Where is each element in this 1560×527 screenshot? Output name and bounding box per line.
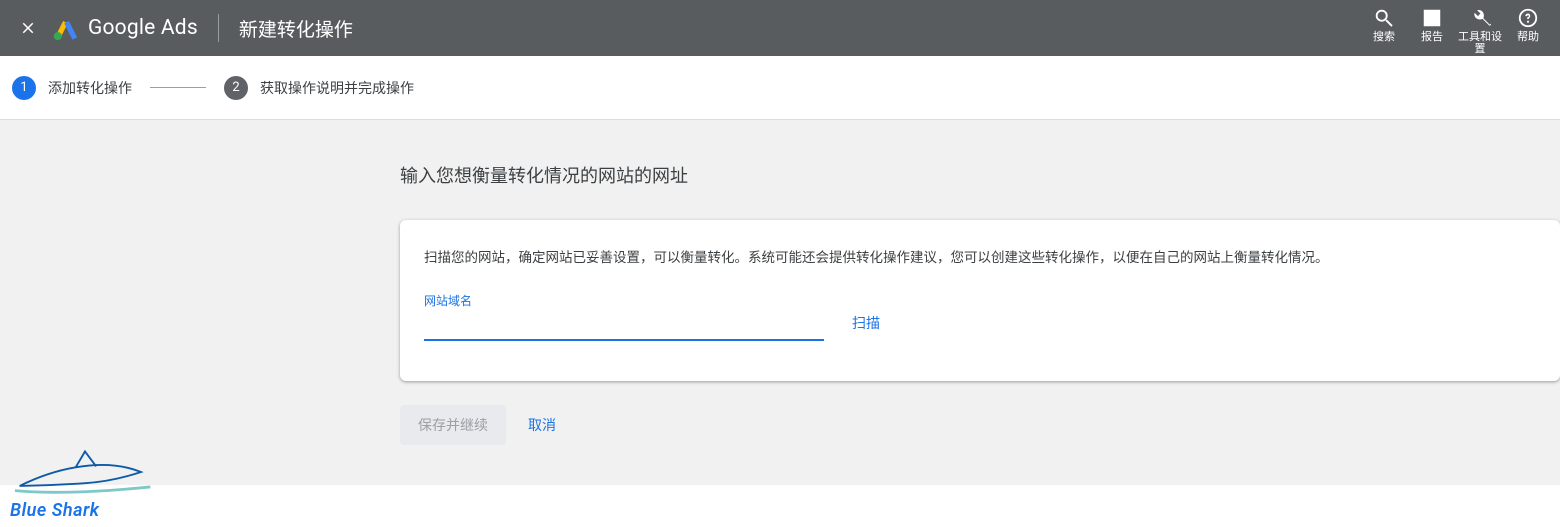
wrench-icon (1469, 7, 1491, 29)
stepper: 1 添加转化操作 2 获取操作说明并完成操作 (0, 56, 1560, 120)
search-icon (1373, 7, 1395, 29)
step-1[interactable]: 1 添加转化操作 (12, 76, 132, 100)
step-2-badge: 2 (224, 76, 248, 100)
step-connector (150, 87, 206, 88)
help-icon (1517, 7, 1539, 29)
step-1-label: 添加转化操作 (48, 78, 132, 98)
tools-label: 工具和设置 (1456, 31, 1504, 55)
card-description: 扫描您的网站，确定网站已妥善设置，可以衡量转化。系统可能还会提供转化操作建议，您… (424, 248, 1536, 268)
watermark-text: Blue Shark (10, 500, 160, 521)
tools-button[interactable]: 工具和设置 (1456, 1, 1504, 55)
content: 输入您想衡量转化情况的网站的网址 扫描您的网站，确定网站已妥善设置，可以衡量转化… (400, 120, 1560, 445)
search-label: 搜索 (1373, 31, 1395, 43)
actions-row: 保存并继续 取消 (400, 405, 1560, 445)
close-button[interactable] (8, 8, 48, 48)
reports-button[interactable]: 报告 (1408, 1, 1456, 43)
scan-card: 扫描您的网站，确定网站已妥善设置，可以衡量转化。系统可能还会提供转化操作建议，您… (400, 220, 1560, 381)
search-button[interactable]: 搜索 (1360, 1, 1408, 43)
help-label: 帮助 (1517, 31, 1539, 43)
input-row: 网站域名 扫描 (424, 292, 1536, 341)
cancel-button[interactable]: 取消 (524, 405, 560, 445)
step-2-label: 获取操作说明并完成操作 (260, 78, 414, 98)
domain-input[interactable] (424, 311, 824, 341)
help-button[interactable]: 帮助 (1504, 1, 1552, 43)
appbar-left: Google Ads 新建转化操作 (8, 8, 353, 48)
bar-chart-icon (1421, 7, 1443, 29)
page-title: 新建转化操作 (239, 15, 353, 42)
page-body: 输入您想衡量转化情况的网站的网址 扫描您的网站，确定网站已妥善设置，可以衡量转化… (0, 120, 1560, 485)
close-icon (19, 19, 37, 37)
app-bar: Google Ads 新建转化操作 搜索 报告 工具和设置 (0, 0, 1560, 56)
domain-field: 网站域名 (424, 292, 824, 341)
google-ads-logo-icon (52, 14, 80, 42)
section-heading: 输入您想衡量转化情况的网站的网址 (400, 162, 1560, 188)
appbar-actions: 搜索 报告 工具和设置 帮助 (1360, 1, 1552, 55)
divider (218, 14, 219, 42)
step-2[interactable]: 2 获取操作说明并完成操作 (224, 76, 414, 100)
domain-label: 网站域名 (424, 292, 824, 309)
step-1-badge: 1 (12, 76, 36, 100)
scan-button[interactable]: 扫描 (848, 305, 884, 341)
save-continue-button: 保存并继续 (400, 405, 506, 445)
product-name: Google Ads (88, 16, 198, 40)
reports-label: 报告 (1421, 31, 1443, 43)
